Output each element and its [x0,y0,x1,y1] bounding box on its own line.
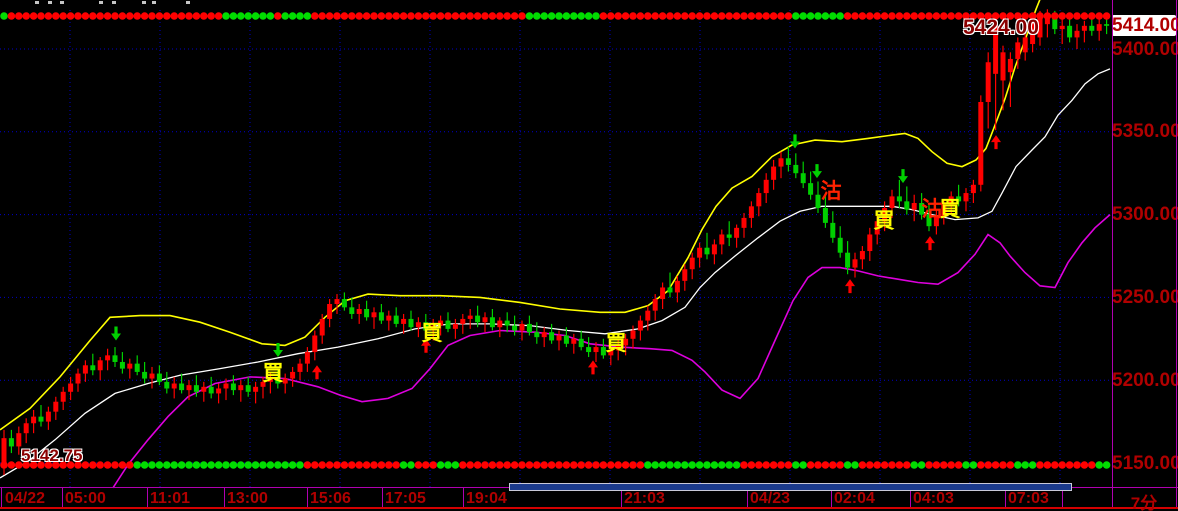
grid-layer [0,10,1112,487]
time-tick-label: 21:03 [624,490,665,507]
price-tick-label: 5350.00 [1112,121,1178,143]
axis-right-border-line [1176,0,1177,509]
price-tick-label: 5150.00 [1112,452,1178,474]
sell-arrow-icon [812,164,822,179]
buy-signal-label: 買 [940,198,961,221]
time-tick-label: 05:00 [65,490,106,507]
time-axis-separator [224,487,225,508]
buy-arrow-icon [312,365,322,380]
trading-chart-window: 買買買買買沽沽 5424.00 5142.75 5414.00 5400.00 53… [0,0,1178,511]
time-tick-label: 19:04 [466,490,507,507]
bottom-signal-strip [0,461,1111,469]
buy-signal-label: 買 [874,210,895,233]
buy-arrow-icon [588,360,598,375]
candlestick-chart-canvas[interactable]: 買買 買買買沽沽 [0,0,1178,511]
time-tick-label: 13:00 [227,490,268,507]
buy-signal-label: 買 [606,332,627,355]
buy-arrow-icon [991,135,1001,150]
time-axis-separator [463,487,464,508]
time-tick-label: 15:06 [310,490,351,507]
time-tick-label: 07:03 [1008,490,1049,507]
buy-signal-label: 買 [263,362,284,385]
sell-arrow-icon [111,326,121,341]
top-signal-strip [0,12,1111,20]
signal-labels-layer: 買買 買買買沽沽 [263,179,961,385]
bottom-border-line [0,507,1178,509]
time-tick-label: 11:01 [150,490,191,507]
time-axis-separator [147,487,148,508]
session-high-label: 5424.00 [963,16,1039,39]
axis-left-border-line [1112,0,1113,509]
time-axis-separator [1,487,2,508]
time-tick-label: 17:05 [385,490,426,507]
price-tick-label: 5200.00 [1112,369,1178,391]
time-tick-label: 04/22 [5,490,46,507]
buy-signal-label: 買 [422,322,443,345]
chart-scrollbar[interactable] [509,483,1072,491]
time-tick-label: 04:03 [913,490,954,507]
time-tick-label: 04/23 [750,490,791,507]
time-axis-separator [382,487,383,508]
buy-arrow-icon [845,279,855,294]
buy-arrow-icon [925,236,935,251]
period-label: 7分 [1130,494,1158,511]
candles-layer [1,9,1110,476]
sell-signal-label: 沽 [821,179,842,203]
price-tick-label: 5400.00 [1112,38,1178,60]
time-axis-separator [62,487,63,508]
middle-band-line [0,68,1111,479]
price-tick-label: 5250.00 [1112,286,1178,308]
time-tick-label: 02:04 [834,490,875,507]
sell-signal-label: 沽 [922,197,943,221]
sell-arrow-icon [790,134,800,149]
price-tick-label: 5300.00 [1112,204,1178,226]
time-axis-separator [307,487,308,508]
signal-arrows-layer [111,134,1001,380]
current-price-tag: 5414.00 [1112,15,1178,37]
session-low-label: 5142.75 [21,446,83,465]
